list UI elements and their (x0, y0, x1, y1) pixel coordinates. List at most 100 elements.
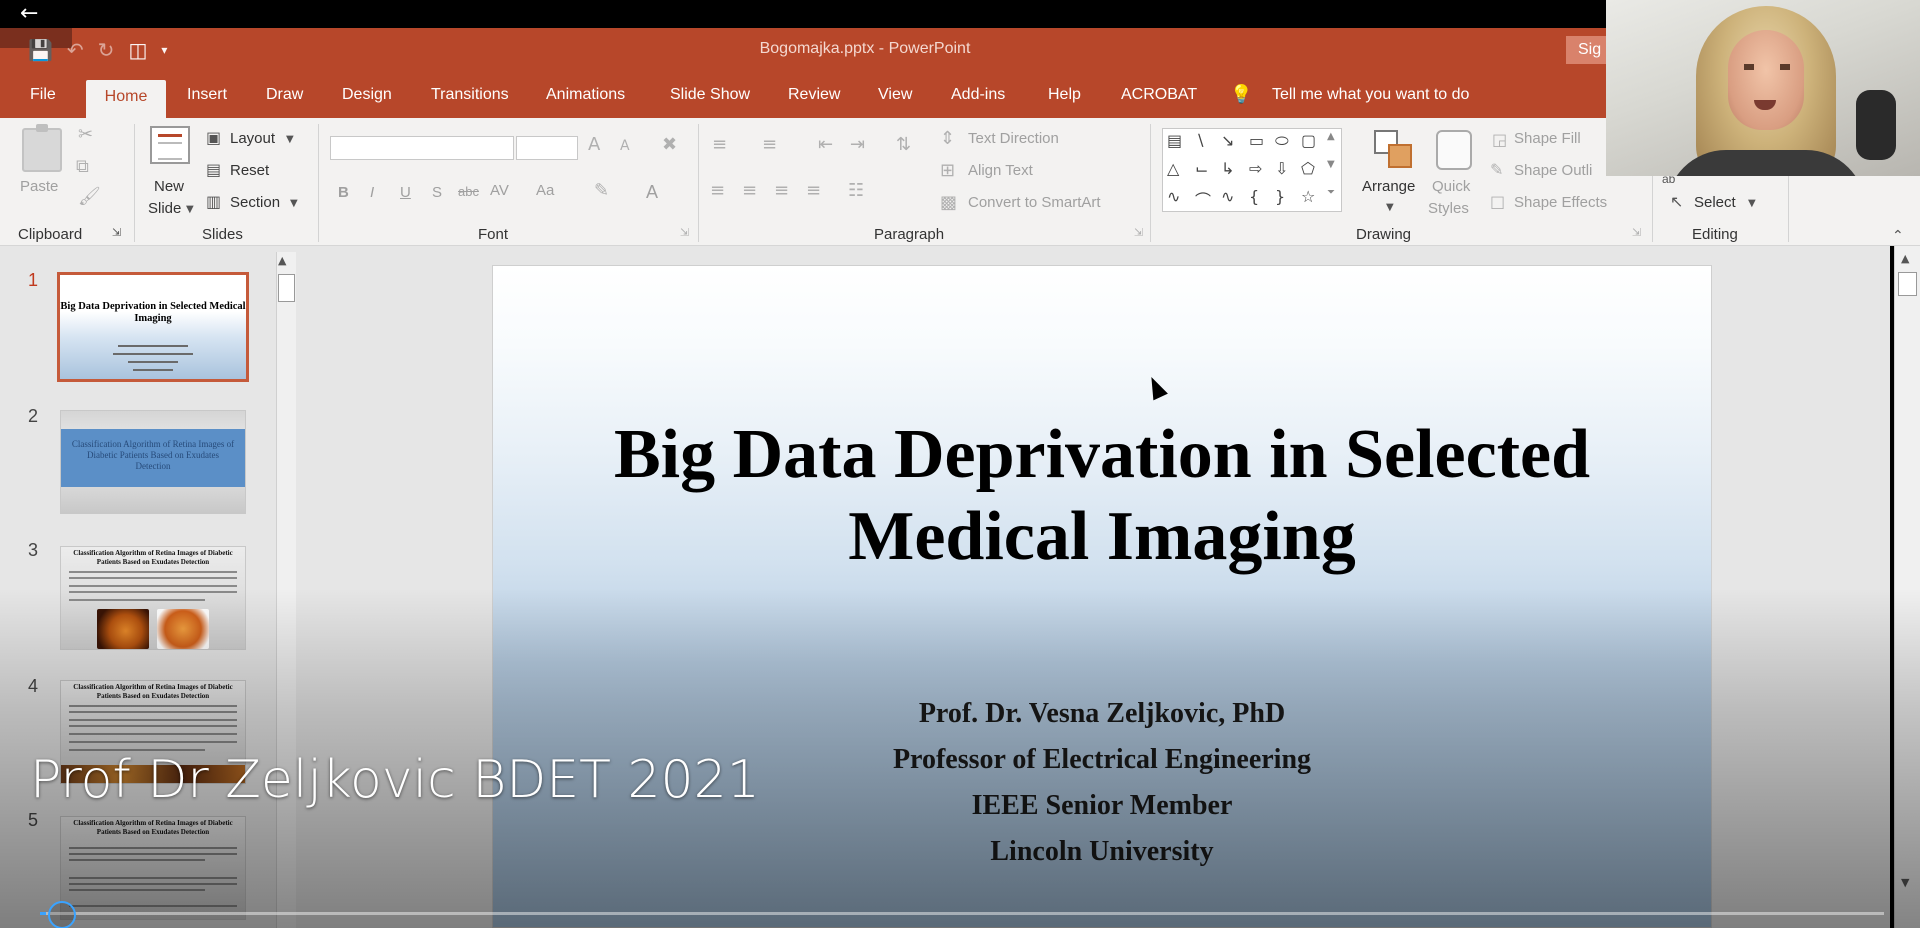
font-name-dropdown[interactable] (330, 136, 514, 160)
tab-transitions[interactable]: Transitions (431, 86, 509, 104)
quick-styles-label-2[interactable]: Styles (1428, 200, 1469, 217)
convert-smartart-button[interactable]: Convert to SmartArt (968, 194, 1101, 211)
line-spacing-icon[interactable]: ⇅ (896, 134, 911, 155)
tab-insert[interactable]: Insert (187, 86, 227, 104)
reset-button[interactable]: Reset (230, 162, 269, 179)
slide-thumbnail-5[interactable]: Classification Algorithm of Retina Image… (60, 816, 246, 920)
scroll-up-icon[interactable]: ▲ (1901, 252, 1909, 265)
cut-icon[interactable]: ✂ (78, 124, 93, 145)
tab-review[interactable]: Review (788, 86, 840, 104)
gallery-up-icon[interactable]: ▲ (1327, 131, 1335, 142)
layout-icon[interactable]: ▣ (206, 128, 221, 147)
arc-shape-icon[interactable]: ⌒ (1195, 187, 1211, 211)
rectangle-shape-icon[interactable]: ▭ (1249, 131, 1264, 150)
section-icon[interactable]: ▥ (206, 192, 221, 211)
copy-icon[interactable]: ⧉ (76, 156, 89, 177)
line-shape-icon[interactable]: ∖ (1195, 131, 1205, 150)
slide-thumbnail-2[interactable]: Classification Algorithm of Retina Image… (60, 410, 246, 514)
right-brace-shape-icon[interactable]: } (1275, 187, 1285, 206)
shape-effects-button[interactable]: Shape Effects (1514, 194, 1607, 211)
italic-button[interactable]: I (370, 184, 374, 201)
shape-outline-button[interactable]: Shape Outli (1514, 162, 1592, 179)
slide-thumbnail-3[interactable]: Classification Algorithm of Retina Image… (60, 546, 246, 650)
clear-formatting-icon[interactable]: ✖ (662, 134, 677, 155)
tab-design[interactable]: Design (342, 86, 392, 104)
layout-button[interactable]: Layout (230, 130, 275, 147)
tell-me-search[interactable]: Tell me what you want to do (1272, 86, 1469, 104)
font-size-dropdown[interactable] (516, 136, 578, 160)
justify-icon[interactable]: ≡ (806, 180, 821, 201)
strikethrough-button[interactable]: abc (458, 184, 479, 199)
triangle-shape-icon[interactable]: △ (1167, 159, 1179, 178)
numbering-icon[interactable]: ≡ (762, 134, 777, 155)
thumbnails-scrollbar[interactable] (276, 252, 296, 928)
snip-shape-icon[interactable]: ⬠ (1301, 159, 1315, 178)
rounded-rectangle-shape-icon[interactable]: ▢ (1301, 131, 1316, 150)
decrease-indent-icon[interactable]: ⇤ (818, 134, 833, 155)
shape-fill-icon[interactable]: ◲ (1492, 130, 1507, 149)
tab-file[interactable]: File (30, 86, 56, 104)
paste-icon[interactable] (22, 124, 62, 172)
format-painter-icon[interactable]: 🖌 (78, 186, 101, 207)
tab-help[interactable]: Help (1048, 86, 1081, 104)
gallery-more-icon[interactable]: ⏷ (1327, 187, 1335, 198)
align-text-button[interactable]: Align Text (968, 162, 1033, 179)
arrow-line-shape-icon[interactable]: ↘ (1221, 131, 1234, 150)
bullets-icon[interactable]: ≡ (712, 134, 727, 155)
change-case-button[interactable]: Aa (536, 182, 554, 199)
text-direction-icon[interactable]: ⇕ (940, 128, 955, 149)
freeform-shape-icon[interactable]: ∿ (1167, 187, 1180, 206)
character-spacing-button[interactable]: AV (490, 182, 509, 199)
smartart-icon[interactable]: ▩ (940, 192, 957, 213)
textbox-shape-icon[interactable]: ▤ (1167, 131, 1182, 150)
paragraph-launcher-icon[interactable]: ⇲ (1134, 226, 1143, 239)
bold-button[interactable]: B (338, 184, 349, 201)
text-direction-button[interactable]: Text Direction (968, 130, 1059, 147)
underline-button[interactable]: U (400, 184, 411, 201)
select-pointer-icon[interactable]: ↖ (1670, 192, 1683, 211)
align-right-icon[interactable]: ≡ (774, 180, 789, 201)
align-text-icon[interactable]: ⊞ (940, 160, 955, 181)
down-arrow-shape-icon[interactable]: ⇩ (1275, 159, 1288, 178)
font-color-button[interactable]: A (646, 182, 658, 203)
editor-scroll-thumb[interactable] (1898, 272, 1917, 296)
reset-icon[interactable]: ▤ (206, 160, 221, 179)
shape-fill-button[interactable]: Shape Fill (1514, 130, 1581, 147)
scroll-down-icon[interactable]: ▼ (1901, 876, 1909, 889)
elbow-connector-shape-icon[interactable]: ⌙ (1195, 159, 1208, 178)
thumbnails-scroll-thumb[interactable] (278, 274, 295, 302)
new-slide-label-1[interactable]: New (154, 178, 184, 195)
star-shape-icon[interactable]: ☆ (1301, 187, 1315, 206)
highlight-icon[interactable]: ✎ (594, 180, 609, 201)
tab-animations[interactable]: Animations (546, 86, 625, 104)
shapes-gallery[interactable]: ▤ ∖ ↘ ▭ ⬭ ▢ △ ⌙ ↳ ⇨ ⇩ ⬠ ∿ ⌒ ∿ { } ☆ ▲ ▼ … (1162, 128, 1342, 212)
drawing-launcher-icon[interactable]: ⇲ (1632, 226, 1641, 239)
grow-font-icon[interactable]: A (588, 134, 600, 155)
clipboard-launcher-icon[interactable]: ⇲ (112, 226, 121, 239)
new-slide-icon[interactable] (150, 126, 190, 164)
curve-shape-icon[interactable]: ∿ (1221, 187, 1234, 206)
select-button[interactable]: Select (1694, 194, 1736, 211)
increase-indent-icon[interactable]: ⇥ (850, 134, 865, 155)
scroll-up-icon[interactable]: ▲ (278, 254, 286, 267)
tab-draw[interactable]: Draw (266, 86, 303, 104)
elbow-arrow-shape-icon[interactable]: ↳ (1221, 159, 1234, 178)
gallery-down-icon[interactable]: ▼ (1327, 159, 1335, 170)
editor-scrollbar[interactable] (1894, 246, 1920, 928)
section-button[interactable]: Section (230, 194, 280, 211)
left-brace-shape-icon[interactable]: { (1249, 187, 1259, 206)
tab-slide-show[interactable]: Slide Show (670, 86, 750, 104)
video-progress-track[interactable] (40, 912, 1884, 915)
paste-button[interactable]: Paste (20, 178, 58, 195)
columns-icon[interactable]: ☷ (848, 180, 864, 201)
font-launcher-icon[interactable]: ⇲ (680, 226, 689, 239)
tab-add-ins[interactable]: Add-ins (951, 86, 1005, 104)
text-shadow-button[interactable]: S (432, 184, 442, 201)
slide-title[interactable]: Big Data Deprivation in Selected Medical… (493, 414, 1711, 578)
arrange-icon[interactable] (1374, 130, 1412, 168)
new-slide-label-2[interactable]: Slide (148, 200, 181, 217)
shrink-font-icon[interactable]: A (620, 138, 630, 154)
tab-home[interactable]: Home (86, 80, 166, 118)
align-center-icon[interactable]: ≡ (742, 180, 757, 201)
slide-thumbnail-1[interactable]: Big Data Deprivation in Selected Medical… (57, 272, 249, 382)
